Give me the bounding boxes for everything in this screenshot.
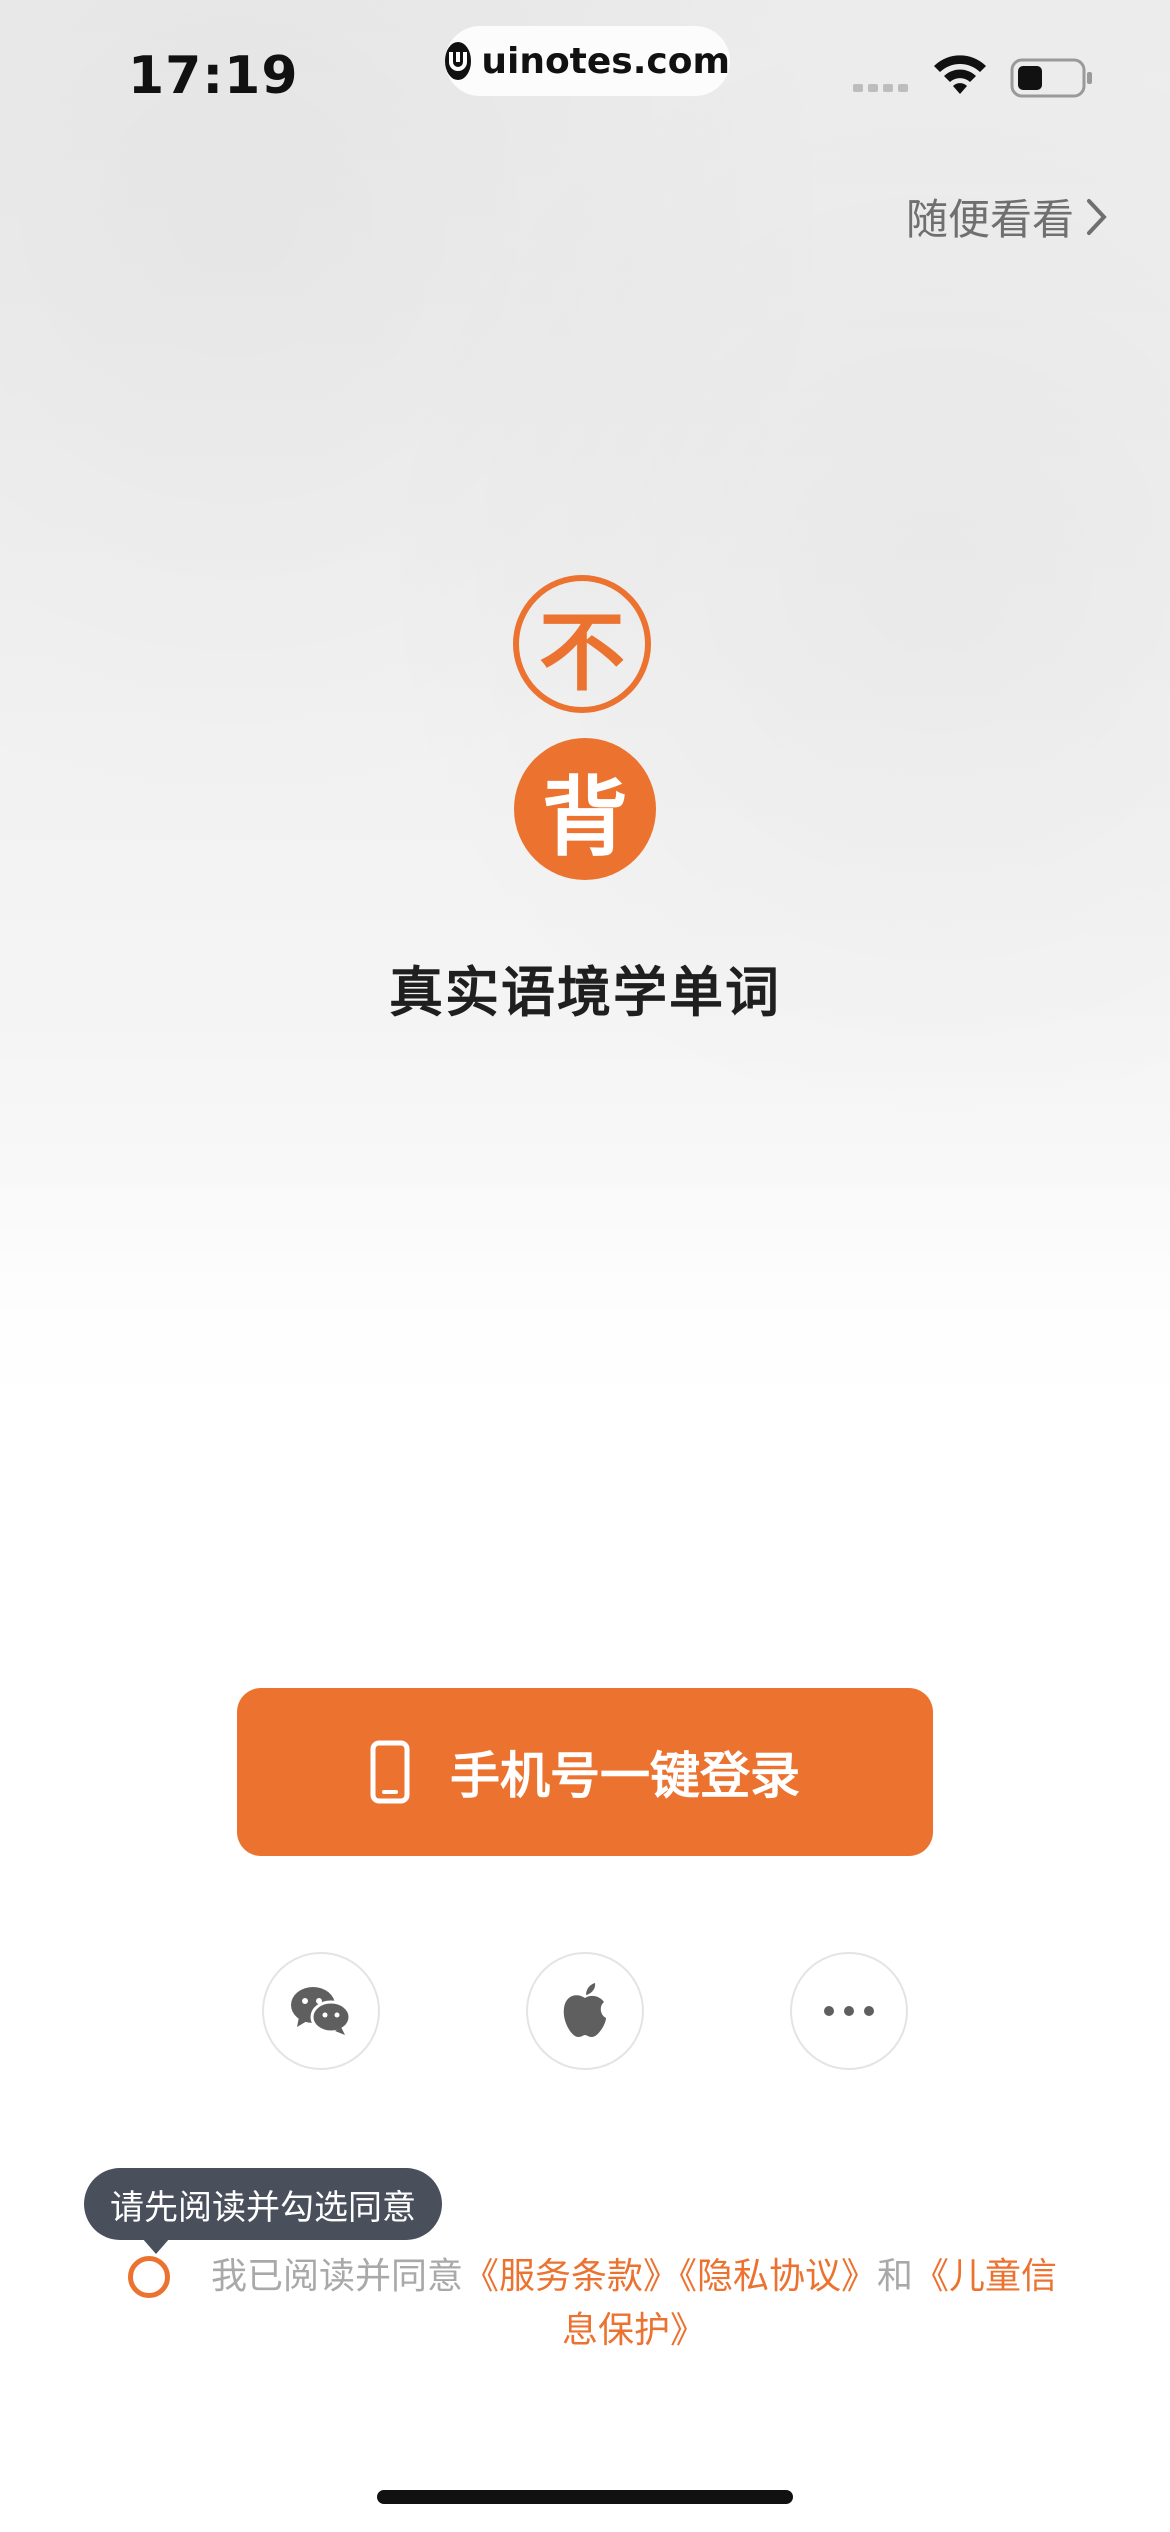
phone-icon [370,1740,410,1804]
phone-login-label: 手机号一键登录 [450,1747,800,1805]
url-text: uinotes.com [481,40,730,82]
more-login-button[interactable] [790,1952,908,2070]
agreement-prefix: 我已阅读并同意 [210,2256,463,2297]
home-indicator [377,2490,793,2504]
logo-top-badge: 不 [513,575,651,713]
url-pill: uinotes.com [445,26,730,96]
apple-icon [563,1983,606,2037]
agreement-checkbox[interactable] [128,2256,170,2298]
phone-login-button[interactable]: 手机号一键登录 [237,1688,933,1856]
chevron-right-icon [1087,198,1107,235]
site-logo-icon [445,42,472,80]
battery-icon [1010,58,1092,98]
logo-bottom-badge: 背 [514,738,656,880]
apple-login-button[interactable] [526,1952,644,2070]
agreement-tooltip: 请先阅读并勾选同意 [84,2168,442,2254]
wechat-icon [291,1987,352,2035]
more-icon [824,2006,874,2016]
privacy-link[interactable]: 《隐私协议》 [679,2256,877,2297]
wifi-icon [934,55,986,94]
browse-label: 随便看看 [905,195,1074,244]
status-bar: 17:19 uinotes.com [0,0,1170,150]
wechat-login-button[interactable] [262,1952,380,2070]
cellular-signal-icon [853,84,908,92]
app-slogan: 真实语境学单词 [389,961,781,1024]
agreement-text: 我已阅读并同意《服务条款》《隐私协议》和《儿童信息保护》 [194,2250,1074,2358]
status-time: 17:19 [128,46,299,106]
terms-link[interactable]: 《服务条款》 [463,2256,679,2297]
browse-link[interactable]: 随便看看 [906,186,1108,247]
agreement-and: 和 [877,2256,914,2297]
